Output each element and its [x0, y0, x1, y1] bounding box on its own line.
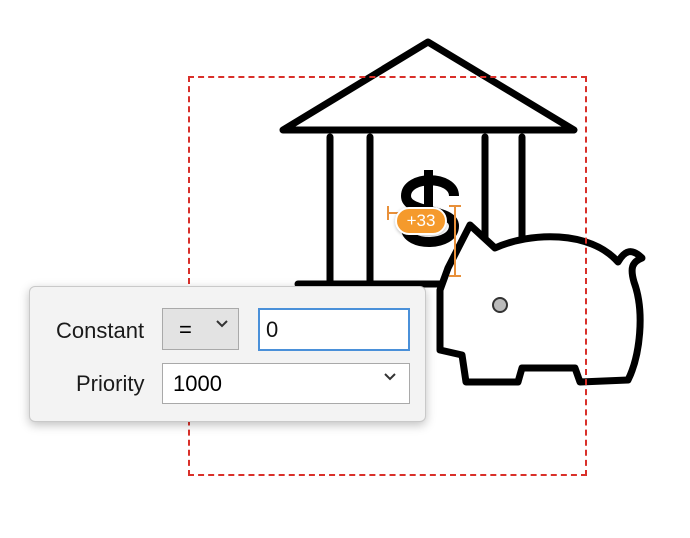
- relation-select[interactable]: =: [162, 308, 239, 350]
- constant-input[interactable]: [258, 308, 410, 351]
- chevron-down-icon: [215, 319, 229, 329]
- priority-label: Priority: [76, 371, 145, 396]
- constraint-popover: Constant = Priority 1000: [29, 286, 426, 422]
- priority-select[interactable]: 1000: [162, 363, 410, 404]
- constant-label: Constant: [56, 318, 145, 343]
- relation-value: =: [179, 317, 192, 342]
- priority-value: 1000: [173, 371, 222, 396]
- constraint-badge[interactable]: +33: [395, 207, 447, 235]
- chevron-down-icon: [383, 372, 397, 382]
